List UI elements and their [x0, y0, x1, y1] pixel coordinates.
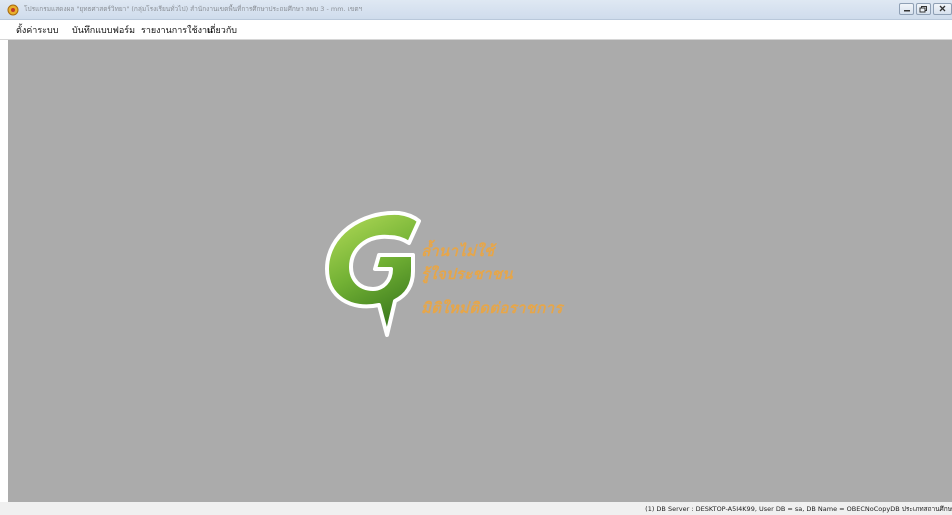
minimize-icon [904, 10, 910, 12]
window-title: โปรแกรมแสดงผล "ยุทธศาสตร์วิทยา" (กลุ่มโร… [24, 5, 363, 13]
menu-bar: ตั้งค่าระบบ บันทึกแบบฟอร์ม รายงานการใช้ง… [0, 20, 952, 40]
title-bar: โปรแกรมแสดงผล "ยุทธศาสตร์วิทยา" (กลุ่มโร… [0, 0, 952, 20]
mdi-workspace: ล้ำนาไม่ใช้ รู้ใจประชาชน มิติใหม่ติดต่อร… [8, 40, 952, 502]
status-bar: (1) DB Server : DESKTOP-A5I4K99, User DB… [0, 502, 952, 515]
menu-record-form[interactable]: บันทึกแบบฟอร์ม [72, 23, 135, 37]
slogan-line-1: ล้ำนาไม่ใช้ [421, 242, 495, 260]
restore-icon [919, 6, 927, 13]
slogan-line-3: มิติใหม่ติดต่อราชการ [421, 299, 563, 317]
menu-about[interactable]: เกี่ยวกับ [207, 23, 237, 37]
menu-usage-report[interactable]: รายงานการใช้งาน [141, 23, 213, 37]
db-status-text: (1) DB Server : DESKTOP-A5I4K99, User DB… [645, 505, 952, 513]
minimize-button[interactable] [899, 3, 914, 15]
restore-button[interactable] [916, 3, 931, 15]
close-icon [939, 5, 946, 12]
menu-settings[interactable]: ตั้งค่าระบบ [16, 23, 58, 37]
slogan-line-2: รู้ใจประชาชน [421, 265, 513, 283]
app-icon [7, 4, 19, 16]
close-button[interactable] [933, 3, 952, 15]
g-logo-icon [325, 210, 421, 337]
